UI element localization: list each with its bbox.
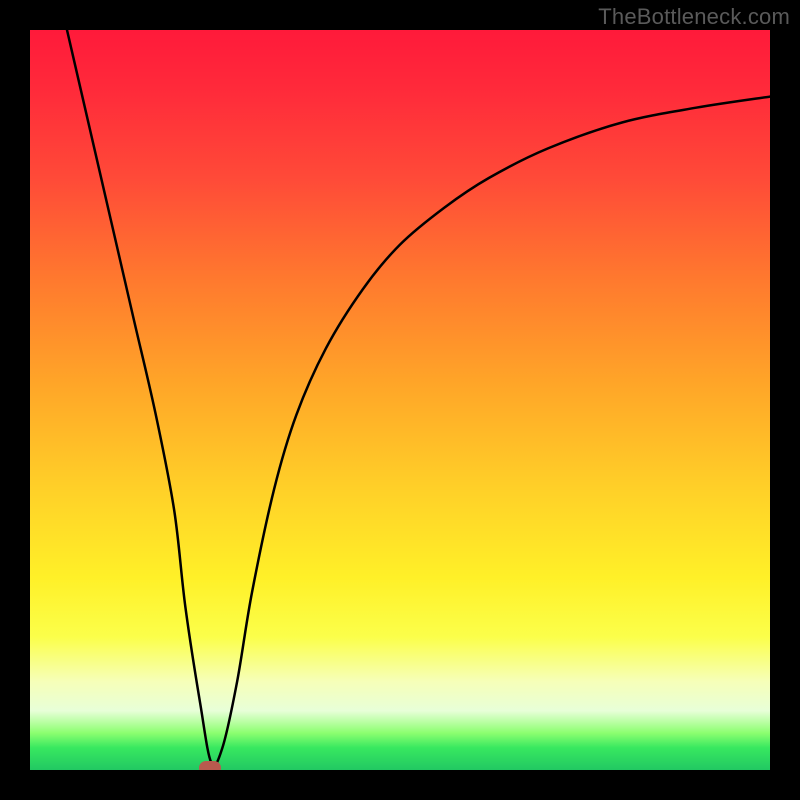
optimal-marker <box>199 761 221 770</box>
chart-frame: TheBottleneck.com <box>0 0 800 800</box>
watermark-text: TheBottleneck.com <box>598 4 790 30</box>
bottleneck-curve <box>67 30 770 765</box>
curve-svg <box>30 30 770 770</box>
plot-area <box>30 30 770 770</box>
